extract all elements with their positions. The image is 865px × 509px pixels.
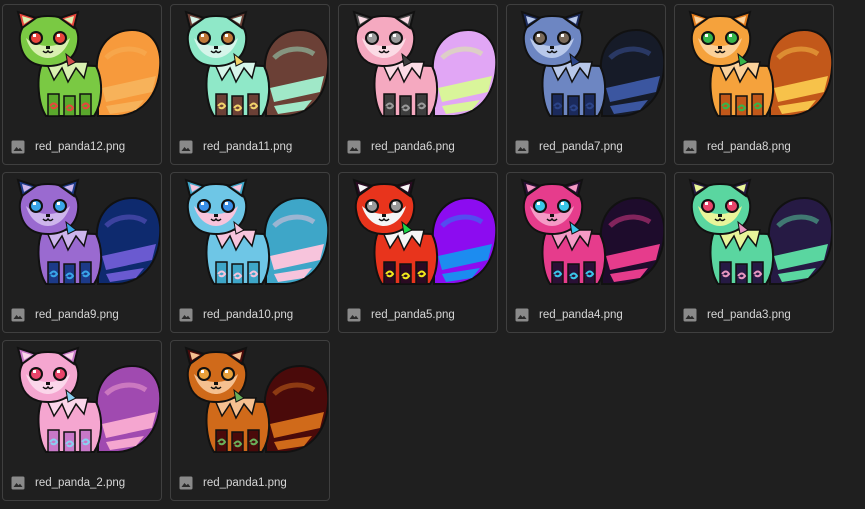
image-file-icon [11, 476, 25, 490]
red-panda-image [16, 178, 160, 285]
red-panda-image [520, 10, 664, 117]
file-card[interactable]: red_panda9.png [2, 172, 162, 333]
image-thumbnail [510, 176, 664, 294]
file-name: red_panda9.png [35, 309, 119, 321]
file-name-row: red_panda7.png [515, 139, 659, 155]
file-card[interactable]: red_panda11.png [170, 4, 330, 165]
image-file-icon [683, 140, 697, 154]
red-panda-image [16, 346, 160, 453]
red-panda-image [688, 178, 832, 285]
red-panda-image [184, 10, 328, 117]
image-file-icon [683, 308, 697, 322]
file-grid: red_panda12.png red_panda11.png red_pand… [2, 4, 834, 501]
file-name: red_panda7.png [539, 141, 623, 153]
file-name: red_panda4.png [539, 309, 623, 321]
image-thumbnail [678, 8, 832, 126]
image-thumbnail [174, 176, 328, 294]
image-thumbnail [678, 176, 832, 294]
file-card[interactable]: red_panda7.png [506, 4, 666, 165]
file-name: red_panda11.png [203, 141, 293, 153]
file-name: red_panda1.png [203, 477, 287, 489]
image-thumbnail [174, 344, 328, 462]
file-name-row: red_panda10.png [179, 307, 323, 323]
file-name-row: red_panda8.png [683, 139, 827, 155]
file-card[interactable]: red_panda10.png [170, 172, 330, 333]
file-name: red_panda3.png [707, 309, 791, 321]
red-panda-image [184, 178, 328, 285]
file-name-row: red_panda5.png [347, 307, 491, 323]
file-name-row: red_panda_2.png [11, 475, 155, 491]
red-panda-image [184, 346, 328, 453]
image-file-icon [179, 476, 193, 490]
file-name: red_panda10.png [203, 309, 294, 321]
file-card[interactable]: red_panda12.png [2, 4, 162, 165]
image-thumbnail [342, 8, 496, 126]
file-card[interactable]: red_panda8.png [674, 4, 834, 165]
image-file-icon [347, 140, 361, 154]
file-card[interactable]: red_panda_2.png [2, 340, 162, 501]
red-panda-image [688, 10, 832, 117]
red-panda-image [352, 10, 496, 117]
file-card[interactable]: red_panda3.png [674, 172, 834, 333]
file-name-row: red_panda3.png [683, 307, 827, 323]
file-name: red_panda5.png [371, 309, 455, 321]
image-file-icon [347, 308, 361, 322]
file-card[interactable]: red_panda5.png [338, 172, 498, 333]
file-name-row: red_panda1.png [179, 475, 323, 491]
image-thumbnail [6, 344, 160, 462]
file-name-row: red_panda6.png [347, 139, 491, 155]
file-name-row: red_panda9.png [11, 307, 155, 323]
file-name: red_panda12.png [35, 141, 126, 153]
image-file-icon [11, 308, 25, 322]
red-panda-image [16, 10, 160, 117]
file-card[interactable]: red_panda4.png [506, 172, 666, 333]
red-panda-image [520, 178, 664, 285]
image-file-icon [179, 308, 193, 322]
red-panda-image [352, 178, 496, 285]
file-name-row: red_panda11.png [179, 139, 323, 155]
file-name-row: red_panda4.png [515, 307, 659, 323]
file-card[interactable]: red_panda6.png [338, 4, 498, 165]
image-thumbnail [510, 8, 664, 126]
image-file-icon [515, 140, 529, 154]
image-file-icon [179, 140, 193, 154]
image-file-icon [11, 140, 25, 154]
file-card[interactable]: red_panda1.png [170, 340, 330, 501]
file-name: red_panda8.png [707, 141, 791, 153]
file-name: red_panda_2.png [35, 477, 126, 489]
image-file-icon [515, 308, 529, 322]
image-thumbnail [6, 176, 160, 294]
file-name-row: red_panda12.png [11, 139, 155, 155]
image-thumbnail [174, 8, 328, 126]
file-name: red_panda6.png [371, 141, 455, 153]
image-thumbnail [6, 8, 160, 126]
image-thumbnail [342, 176, 496, 294]
